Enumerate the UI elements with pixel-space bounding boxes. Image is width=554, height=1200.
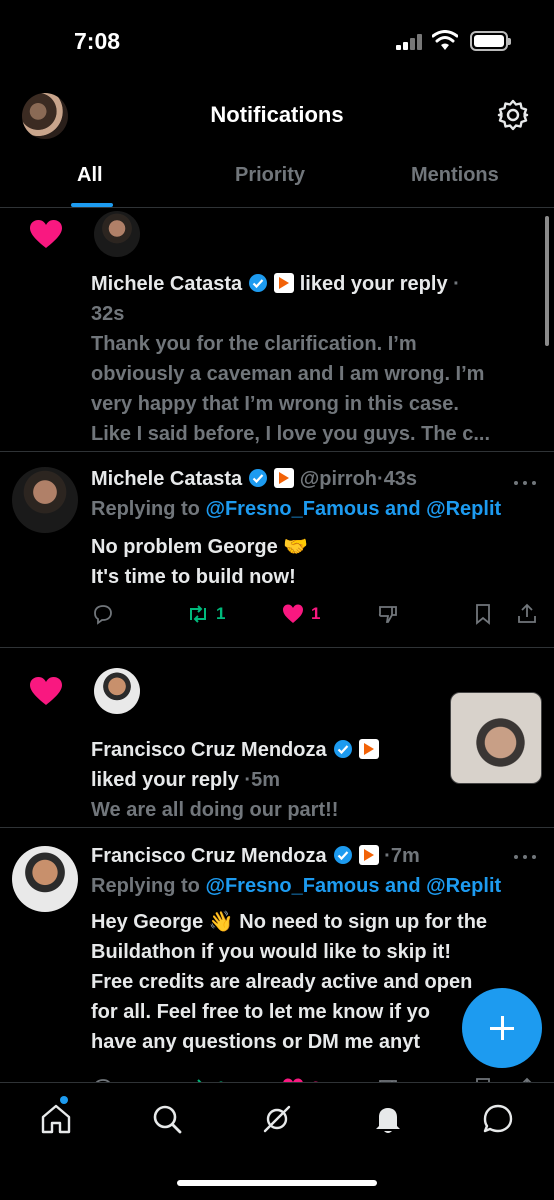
post-text: We are all doing our part!! xyxy=(91,799,339,821)
messages-icon[interactable] xyxy=(480,1101,516,1137)
like-button[interactable]: 2 xyxy=(281,1074,320,1082)
dislike-button[interactable] xyxy=(376,600,400,628)
active-tab-indicator xyxy=(71,203,113,207)
grok-icon[interactable] xyxy=(259,1101,295,1137)
user-name[interactable]: Francisco Cruz Mendoza xyxy=(91,739,327,761)
reply-button[interactable] xyxy=(91,600,115,628)
post-text: No problem George 🤝 It's time to build n… xyxy=(91,536,309,588)
post-actions: 1 2 xyxy=(91,1074,541,1082)
timestamp: 43s xyxy=(383,468,418,490)
retweet-button[interactable]: 1 xyxy=(186,1074,225,1082)
avatar[interactable] xyxy=(94,211,140,257)
page-title: Notifications xyxy=(210,102,344,127)
separator: · xyxy=(377,468,384,490)
action-text: liked your reply xyxy=(299,273,448,295)
verified-badge-icon xyxy=(333,740,352,758)
heart-filled-icon xyxy=(30,220,62,248)
gear-icon[interactable] xyxy=(496,98,530,132)
like-count: 1 xyxy=(311,604,321,623)
verified-badge-icon xyxy=(249,469,268,487)
thumbs-down-icon xyxy=(378,606,397,623)
retweet-button[interactable]: 1 xyxy=(186,600,225,628)
notification-tabs: All Priority Mentions xyxy=(0,150,554,208)
share-icon xyxy=(518,603,536,623)
battery-icon xyxy=(470,31,511,51)
share-button[interactable] xyxy=(515,600,539,628)
bell-icon[interactable] xyxy=(370,1101,406,1137)
bookmark-button[interactable] xyxy=(471,600,495,628)
search-icon[interactable] xyxy=(149,1101,185,1137)
tab-all[interactable]: All xyxy=(77,164,103,187)
user-handle[interactable]: @pirroh xyxy=(300,468,377,490)
separator: · xyxy=(384,845,391,867)
heart-filled-icon xyxy=(30,677,62,705)
notifications-feed[interactable]: Michele Catasta liked your reply · 32s T… xyxy=(0,208,554,1082)
tab-mentions[interactable]: Mentions xyxy=(411,164,499,187)
avatar[interactable] xyxy=(12,467,78,533)
user-name[interactable]: Michele Catasta xyxy=(91,468,242,490)
replit-badge-icon xyxy=(274,273,295,293)
dislike-button[interactable] xyxy=(376,1074,400,1082)
avatar[interactable] xyxy=(12,846,78,912)
notification-like[interactable]: Michele Catasta liked your reply · 32s T… xyxy=(0,208,554,452)
signal-icon xyxy=(396,34,424,50)
replying-prefix: Replying to xyxy=(91,875,200,897)
timestamp: 32s xyxy=(91,303,125,325)
share-button[interactable] xyxy=(515,1074,539,1082)
action-text: liked your reply xyxy=(91,769,239,791)
replying-prefix: Replying to xyxy=(91,498,200,520)
replit-badge-icon xyxy=(274,468,295,488)
replit-badge-icon xyxy=(358,739,379,759)
replit-badge-icon xyxy=(358,845,379,865)
notification-dot xyxy=(60,1096,68,1104)
timestamp: 5m xyxy=(251,769,280,791)
status-time: 7:08 xyxy=(74,28,121,54)
avatar[interactable] xyxy=(94,668,140,714)
user-name[interactable]: Michele Catasta xyxy=(91,273,242,295)
media-thumbnail[interactable] xyxy=(450,692,542,784)
status-bar: 7:08 xyxy=(0,0,554,80)
verified-badge-icon xyxy=(333,846,352,864)
post-actions: 1 1 xyxy=(91,600,541,628)
top-bar: Notifications xyxy=(0,80,554,150)
replying-to-link[interactable]: @Fresno_Famous and @Replit xyxy=(205,498,501,520)
home-icon[interactable] xyxy=(38,1101,74,1137)
reply-button[interactable] xyxy=(91,1074,115,1082)
replying-to-link[interactable]: @Fresno_Famous and @Replit xyxy=(205,875,501,897)
home-indicator[interactable] xyxy=(177,1180,377,1186)
verified-badge-icon xyxy=(249,274,268,292)
compose-button[interactable] xyxy=(462,988,542,1068)
retweet-count: 1 xyxy=(216,604,226,623)
timestamp: 7m xyxy=(390,845,420,867)
retweet-icon xyxy=(190,605,206,623)
bookmark-icon xyxy=(476,604,490,625)
wifi-icon xyxy=(432,30,458,50)
post-text: Thank you for the clarification. I’m obv… xyxy=(91,333,491,445)
notification-like[interactable]: Francisco Cruz Mendoza liked your reply … xyxy=(0,648,554,828)
heart-filled-icon xyxy=(283,604,303,623)
tab-priority[interactable]: Priority xyxy=(235,164,305,187)
user-name[interactable]: Francisco Cruz Mendoza xyxy=(91,845,327,867)
notification-reply[interactable]: Michele Catasta @pirroh·43s Replying to … xyxy=(0,452,554,648)
reply-icon xyxy=(94,605,112,625)
separator: · xyxy=(453,273,460,295)
like-button[interactable]: 1 xyxy=(281,600,320,628)
bookmark-button[interactable] xyxy=(471,1074,495,1082)
